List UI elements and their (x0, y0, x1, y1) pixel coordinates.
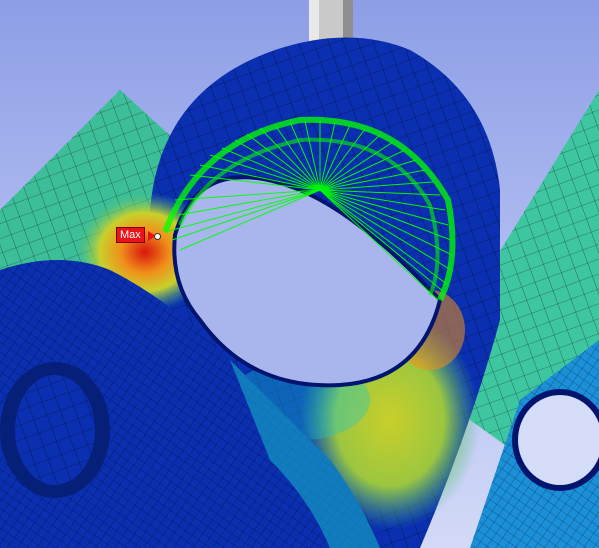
max-probe-label[interactable]: Max (116, 227, 145, 243)
fea-scene[interactable] (0, 0, 599, 548)
pin-icon (309, 0, 353, 42)
right-bolt-region (512, 389, 599, 491)
fea-viewport[interactable]: Max (0, 0, 599, 548)
max-probe-marker (154, 233, 161, 240)
